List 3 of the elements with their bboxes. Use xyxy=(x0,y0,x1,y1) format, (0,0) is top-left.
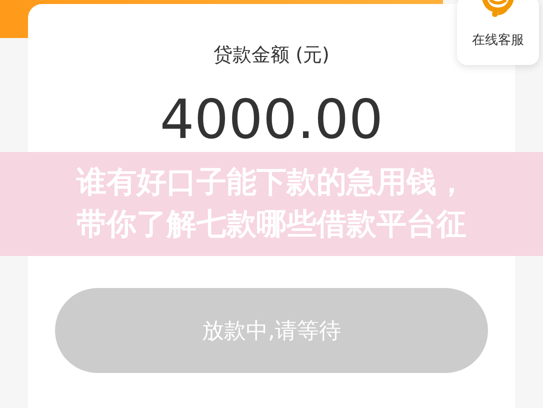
customer-service-button[interactable]: 在线客服 xyxy=(457,0,539,65)
loan-amount-label: 贷款金额 (元) xyxy=(214,43,330,68)
loan-amount: 4000.00 xyxy=(160,88,384,151)
